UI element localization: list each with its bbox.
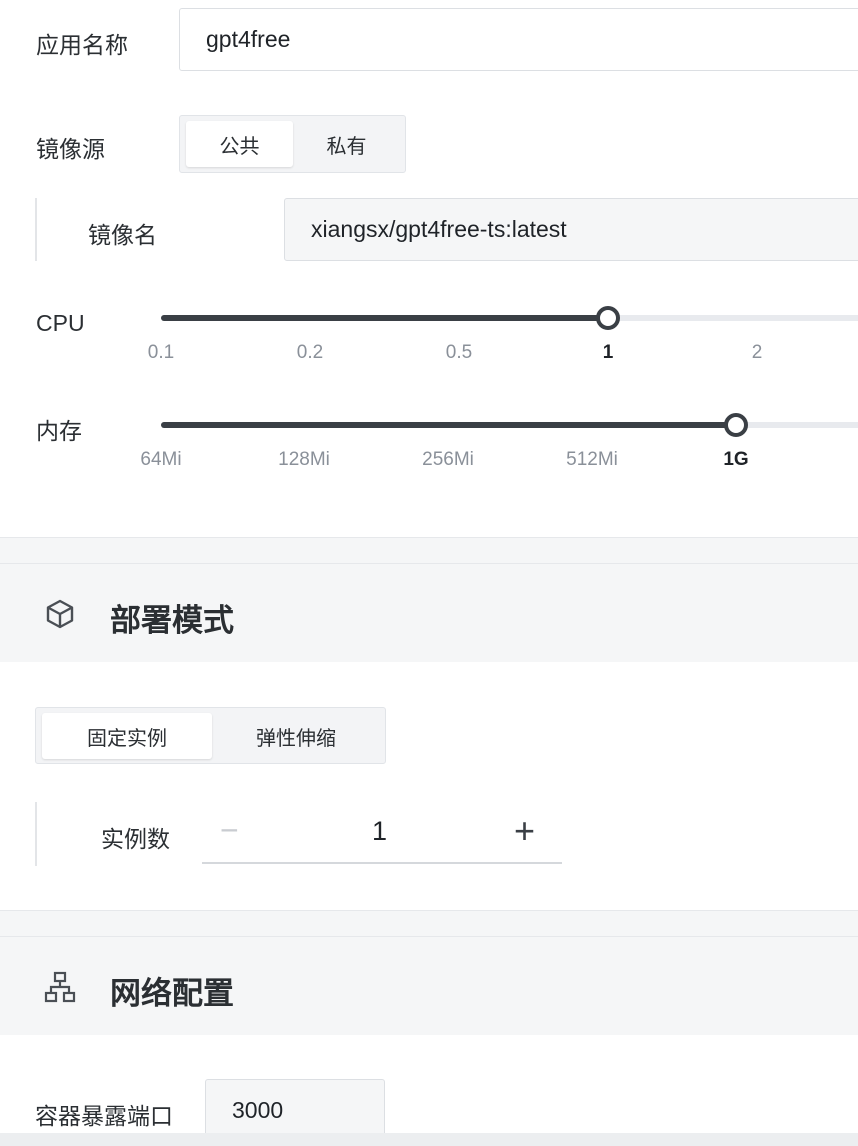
image-source-private-option[interactable]: 私有 [293, 121, 400, 167]
stepper-underline [202, 862, 562, 864]
network-section-title: 网络配置 [110, 976, 234, 1011]
instances-value[interactable]: 1 [372, 816, 387, 847]
image-name-value: xiangsx/gpt4free-ts:latest [311, 216, 567, 242]
app-name-label: 应用名称 [36, 32, 128, 58]
section-gap [0, 538, 858, 563]
app-name-value: gpt4free [206, 26, 291, 52]
image-source-public-option[interactable]: 公共 [186, 121, 293, 167]
deploy-mode-segmented: 固定实例 弹性伸缩 [35, 707, 386, 764]
memory-tick[interactable]: 256Mi [422, 449, 474, 471]
memory-tick[interactable]: 128Mi [278, 449, 330, 471]
memory-tick[interactable]: 512Mi [566, 449, 618, 471]
decrement-button[interactable]: − [220, 812, 239, 849]
cpu-tick[interactable]: 2 [752, 342, 763, 364]
image-name-label: 镜像名 [88, 222, 157, 248]
cpu-tick[interactable]: 0.5 [446, 342, 472, 364]
increment-button[interactable]: + [514, 810, 535, 852]
image-source-label: 镜像源 [36, 136, 105, 162]
cpu-tick-selected[interactable]: 1 [603, 342, 614, 364]
cpu-slider-thumb[interactable] [596, 306, 620, 330]
network-icon [44, 971, 76, 1003]
cube-icon [46, 599, 74, 629]
deploy-mode-fixed-option[interactable]: 固定实例 [42, 713, 212, 759]
cpu-label: CPU [36, 310, 85, 336]
memory-tick[interactable]: 64Mi [140, 449, 181, 471]
deploy-section-header: 部署模式 [0, 564, 858, 662]
memory-tick-selected[interactable]: 1G [723, 449, 748, 471]
app-name-input[interactable]: gpt4free [179, 8, 858, 71]
section-gap [0, 911, 858, 936]
memory-label: 内存 [36, 418, 82, 444]
cpu-tick[interactable]: 0.2 [297, 342, 323, 364]
network-section-header: 网络配置 [0, 937, 858, 1035]
deploy-mode-autoscale-option[interactable]: 弹性伸缩 [212, 713, 380, 759]
memory-slider-fill [161, 422, 736, 428]
instances-label: 实例数 [101, 826, 170, 852]
image-name-indent-bar [35, 198, 37, 261]
cpu-tick[interactable]: 0.1 [148, 342, 174, 364]
port-value: 3000 [232, 1097, 284, 1123]
scroll-edge [0, 1133, 858, 1146]
cpu-slider-fill [161, 315, 608, 321]
deploy-section-title: 部署模式 [110, 603, 234, 638]
image-name-input[interactable]: xiangsx/gpt4free-ts:latest [284, 198, 858, 261]
image-source-segmented: 公共 私有 [179, 115, 406, 173]
memory-slider-thumb[interactable] [724, 413, 748, 437]
instances-indent-bar [35, 802, 37, 866]
port-label: 容器暴露端口 [35, 1103, 173, 1129]
